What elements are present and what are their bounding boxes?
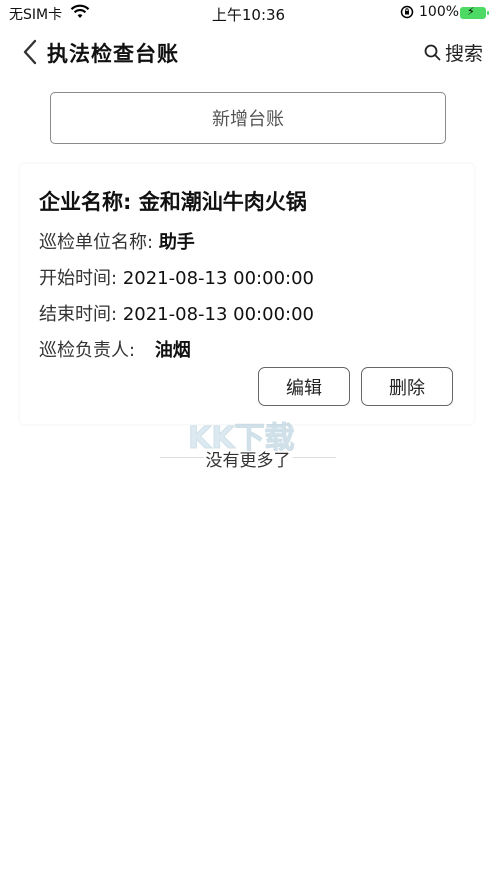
orientation-lock-icon — [400, 5, 414, 23]
end-time-row: 结束时间: 2021-08-13 00:00:00 — [39, 300, 314, 326]
status-bar: 无SIM卡 上午10:36 100% ⚡ — [0, 0, 497, 26]
owner-row: 巡检负责人: 油烟 — [39, 336, 191, 362]
company-label: 企业名称: — [39, 190, 132, 214]
company-value: 金和潮汕牛肉火锅 — [138, 190, 307, 214]
edit-button[interactable]: 编辑 — [258, 367, 350, 406]
company-name: 企业名称: 金和潮汕牛肉火锅 — [39, 186, 307, 216]
delete-button[interactable]: 删除 — [361, 367, 453, 406]
start-time-label: 开始时间: — [39, 268, 118, 289]
nav-bar: 执法检查台账 搜索 — [0, 30, 497, 74]
inspection-unit-row: 巡检单位名称: 助手 — [39, 228, 195, 254]
end-time-value: 2021-08-13 00:00:00 — [122, 304, 314, 325]
battery-percent: 100% — [419, 4, 460, 20]
search-button[interactable]: 搜索 — [424, 39, 483, 65]
end-time-label: 结束时间: — [39, 304, 118, 325]
list-end-indicator: 没有更多了 — [160, 446, 336, 472]
start-time-row: 开始时间: 2021-08-13 00:00:00 — [39, 264, 314, 290]
search-label: 搜索 — [445, 42, 484, 65]
owner-value: 油烟 — [154, 340, 191, 361]
search-icon — [424, 44, 441, 60]
inspection-unit-value: 助手 — [158, 232, 195, 253]
no-more-text: 没有更多了 — [203, 451, 293, 471]
battery-icon: ⚡ — [460, 5, 489, 19]
ledger-card: 企业名称: 金和潮汕牛肉火锅 巡检单位名称: 助手 开始时间: 2021-08-… — [20, 164, 474, 424]
start-time-value: 2021-08-13 00:00:00 — [122, 268, 314, 289]
chevron-left-icon[interactable] — [18, 37, 44, 67]
page-title: 执法检查台账 — [47, 42, 179, 66]
add-ledger-button[interactable]: 新增台账 — [50, 92, 446, 144]
inspection-unit-label: 巡检单位名称: — [39, 232, 154, 253]
owner-label: 巡检负责人: — [39, 340, 136, 361]
